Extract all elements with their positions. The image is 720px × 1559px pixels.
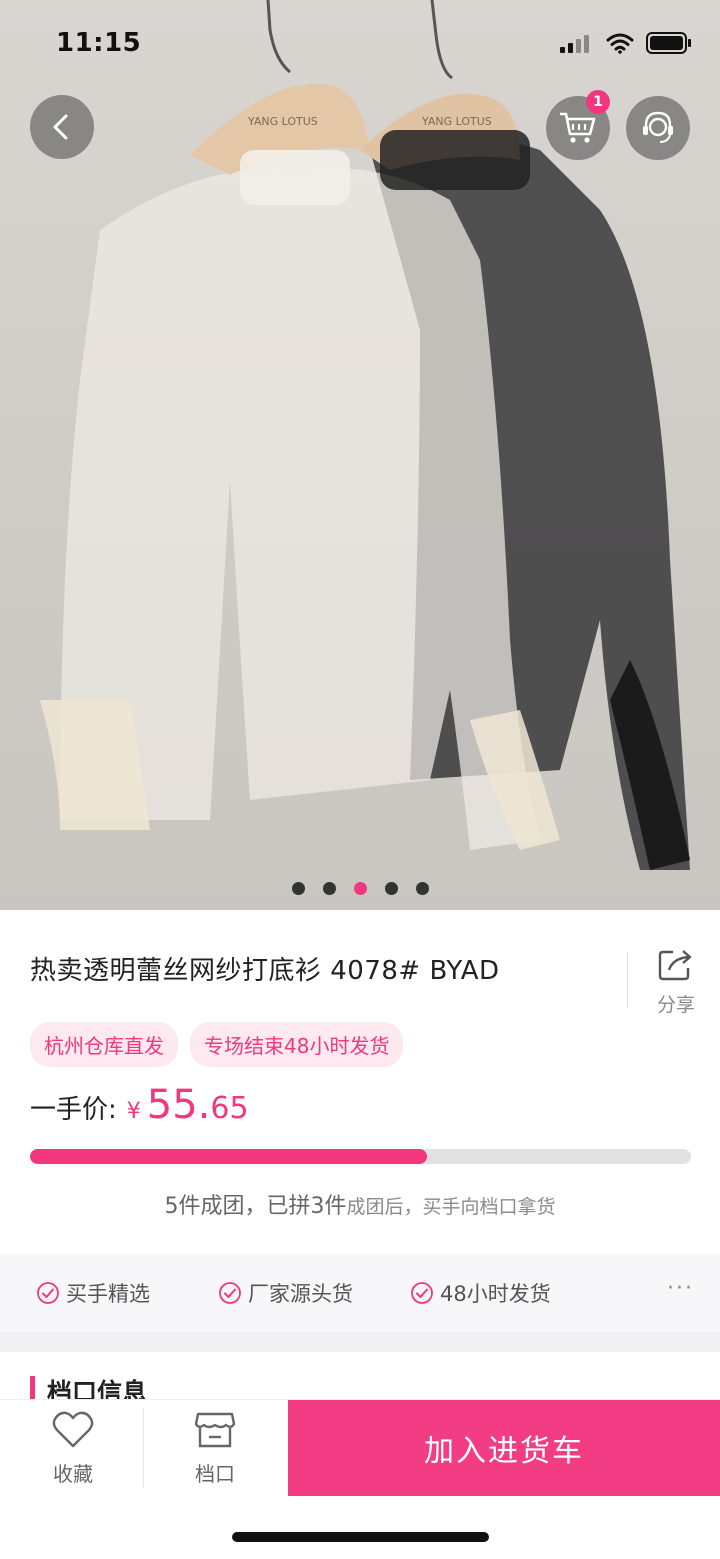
product-tags: 杭州仓库直发 专场结束48小时发货 xyxy=(30,1022,404,1067)
divider xyxy=(627,952,628,1008)
cart-badge: 1 xyxy=(586,90,610,114)
customer-service-button[interactable] xyxy=(626,96,690,160)
price-decimal: 65 xyxy=(210,1091,249,1126)
feature-item: 48小时发货 xyxy=(410,1278,551,1308)
add-to-cart-button[interactable]: 加入进货车 xyxy=(288,1400,720,1496)
price-integer: 55. xyxy=(146,1082,211,1128)
favorite-label: 收藏 xyxy=(53,1462,93,1486)
status-bar: 11:15 xyxy=(0,0,720,90)
product-title: 热卖透明蕾丝网纱打底衫 4078# BYAD xyxy=(30,956,500,986)
shop-button[interactable]: 档口 xyxy=(160,1410,270,1487)
chevron-left-icon xyxy=(53,114,68,140)
price-currency: ¥ xyxy=(126,1099,141,1124)
headset-icon xyxy=(643,111,673,143)
feature-label: 买手精选 xyxy=(66,1282,150,1306)
feature-item: 买手精选 xyxy=(36,1278,150,1308)
divider xyxy=(143,1408,144,1488)
signal-icon xyxy=(560,35,589,53)
product-image-carousel[interactable]: YANG LOTUS YANG LOTUS 11:15 1 xyxy=(0,0,720,910)
carousel-dot[interactable] xyxy=(384,882,398,895)
tag-warehouse: 杭州仓库直发 xyxy=(30,1022,178,1067)
status-time: 11:15 xyxy=(56,28,142,58)
carousel-indicator xyxy=(0,882,720,895)
hanger-brand: YANG LOTUS xyxy=(421,115,492,128)
price: 一手价: ¥ 55. 65 xyxy=(30,1082,249,1128)
service-features[interactable]: 买手精选 厂家源头货 48小时发货 ··· xyxy=(0,1254,720,1332)
carousel-dot[interactable] xyxy=(415,882,429,895)
feature-label: 48小时发货 xyxy=(440,1282,551,1306)
carousel-dot-active[interactable] xyxy=(353,882,367,895)
shop-info-header: 档口信息 xyxy=(30,1376,147,1400)
shop-label: 档口 xyxy=(195,1462,235,1486)
check-circle-icon xyxy=(411,1282,433,1304)
bottom-action-bar: 收藏 档口 加入进货车 xyxy=(0,1399,720,1496)
share-icon xyxy=(658,950,692,981)
product-photo: YANG LOTUS YANG LOTUS xyxy=(40,0,690,870)
check-circle-icon xyxy=(219,1282,241,1304)
group-status: 5件成团，已拼3件成团后，买手向档口拿货 xyxy=(0,1188,720,1220)
check-circle-icon xyxy=(37,1282,59,1304)
heart-icon xyxy=(52,1411,94,1448)
carousel-dot[interactable] xyxy=(322,882,336,895)
favorite-button[interactable]: 收藏 xyxy=(18,1410,128,1487)
more-icon[interactable]: ··· xyxy=(667,1276,694,1301)
section-divider xyxy=(0,1332,720,1352)
store-icon xyxy=(194,1412,236,1448)
section-title: 档口信息 xyxy=(47,1378,148,1400)
group-progress-fill xyxy=(30,1149,427,1164)
feature-label: 厂家源头货 xyxy=(248,1282,353,1306)
tag-shipping: 专场结束48小时发货 xyxy=(190,1022,404,1067)
feature-item: 厂家源头货 xyxy=(218,1278,353,1308)
cart-icon xyxy=(560,112,596,143)
share-label: 分享 xyxy=(656,994,695,1016)
group-progress-bar xyxy=(30,1149,691,1164)
home-indicator xyxy=(232,1532,489,1542)
hanger-brand: YANG LOTUS xyxy=(247,115,318,128)
wifi-icon xyxy=(606,33,634,54)
price-label: 一手价: xyxy=(30,1095,117,1125)
battery-icon xyxy=(646,32,691,54)
group-status-note: 成团后，买手向档口拿货 xyxy=(346,1196,556,1218)
section-accent-bar xyxy=(30,1376,35,1400)
share-button[interactable]: 分享 xyxy=(648,948,704,1017)
group-status-main: 5件成团，已拼3件 xyxy=(164,1194,347,1219)
carousel-dot[interactable] xyxy=(291,882,305,895)
back-button[interactable] xyxy=(30,95,94,159)
